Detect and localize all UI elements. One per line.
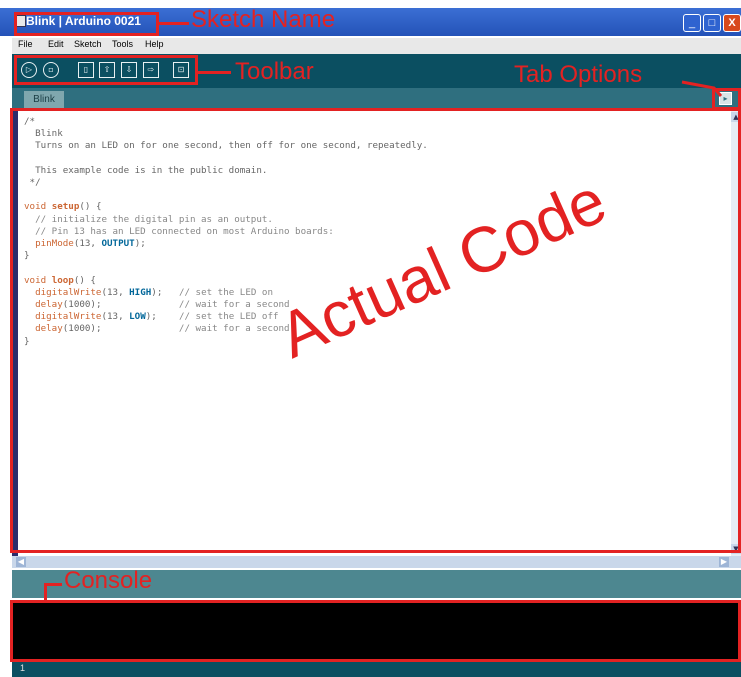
- scroll-right-arrow-icon[interactable]: ▶: [719, 557, 729, 567]
- minimize-button[interactable]: _: [683, 14, 701, 32]
- maximize-button[interactable]: □: [703, 14, 721, 32]
- menu-tools[interactable]: Tools: [112, 39, 133, 49]
- toolbar-connector: [198, 71, 231, 74]
- sketch-name-highlight-box: [14, 12, 159, 36]
- console-highlight-box: [10, 600, 741, 662]
- tab-options-highlight-box: [712, 88, 741, 110]
- tab-bar: [12, 88, 741, 108]
- menu-sketch[interactable]: Sketch: [74, 39, 102, 49]
- scroll-left-arrow-icon[interactable]: ◀: [16, 557, 26, 567]
- status-bar: [12, 662, 741, 677]
- menu-file[interactable]: File: [18, 39, 33, 49]
- tab-options-annotation: Tab Options: [514, 61, 643, 88]
- sketch-name-annotation: Sketch Name: [191, 6, 336, 33]
- console-bracket-horizontal: [44, 583, 62, 586]
- close-button[interactable]: X: [723, 14, 741, 32]
- line-number: 1: [20, 663, 26, 673]
- tab-blink[interactable]: Blink: [24, 91, 64, 108]
- sketch-name-connector: [159, 22, 189, 25]
- toolbar-highlight-box: [14, 55, 198, 85]
- menu-help[interactable]: Help: [145, 39, 164, 49]
- menu-edit[interactable]: Edit: [48, 39, 64, 49]
- toolbar-annotation: Toolbar: [235, 58, 314, 85]
- console-annotation: Console: [64, 567, 153, 594]
